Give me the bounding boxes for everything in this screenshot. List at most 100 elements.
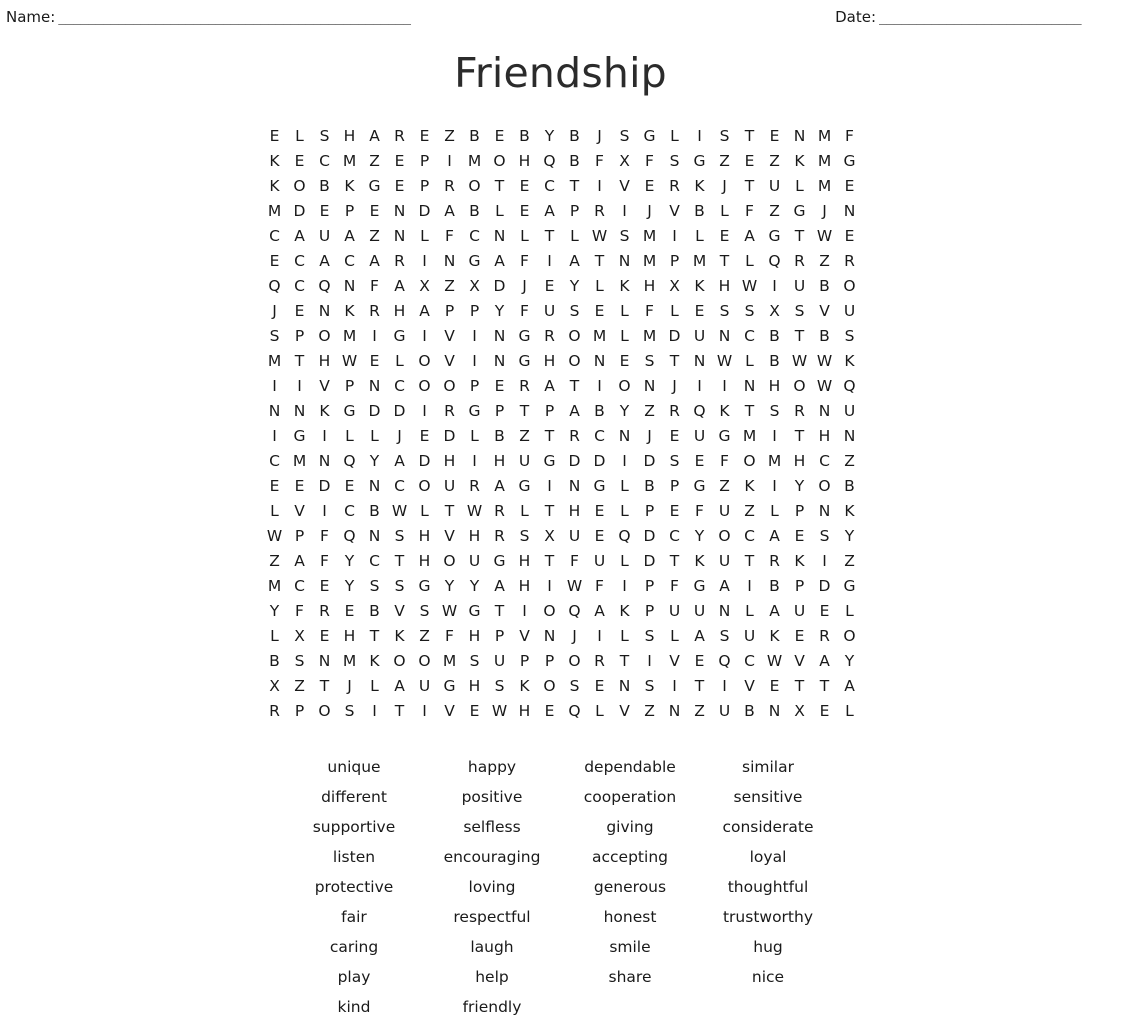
grid-cell[interactable]: C — [287, 249, 312, 274]
grid-cell[interactable]: A — [487, 249, 512, 274]
grid-cell[interactable]: H — [462, 624, 487, 649]
grid-cell[interactable]: H — [437, 449, 462, 474]
grid-cell[interactable]: G — [587, 474, 612, 499]
grid-cell[interactable]: H — [762, 374, 787, 399]
grid-cell[interactable]: M — [637, 324, 662, 349]
grid-cell[interactable]: S — [637, 349, 662, 374]
grid-cell[interactable]: G — [537, 449, 562, 474]
grid-cell[interactable]: M — [812, 149, 837, 174]
grid-cell[interactable]: H — [787, 449, 812, 474]
grid-cell[interactable]: C — [587, 424, 612, 449]
grid-cell[interactable]: F — [837, 124, 862, 149]
grid-cell[interactable]: H — [412, 549, 437, 574]
grid-cell[interactable]: D — [362, 399, 387, 424]
word-list-item[interactable]: kind — [338, 992, 371, 1022]
grid-cell[interactable]: T — [362, 624, 387, 649]
grid-cell[interactable]: S — [762, 399, 787, 424]
grid-cell[interactable]: E — [762, 124, 787, 149]
grid-cell[interactable]: L — [612, 499, 637, 524]
grid-cell[interactable]: K — [262, 174, 287, 199]
grid-cell[interactable]: I — [312, 424, 337, 449]
grid-cell[interactable]: S — [462, 649, 487, 674]
grid-cell[interactable]: P — [787, 499, 812, 524]
grid-cell[interactable]: E — [837, 174, 862, 199]
grid-cell[interactable]: T — [487, 174, 512, 199]
grid-cell[interactable]: P — [662, 249, 687, 274]
grid-cell[interactable]: C — [337, 499, 362, 524]
grid-cell[interactable]: S — [312, 124, 337, 149]
name-write-line[interactable]: ________________________________________… — [58, 10, 466, 25]
grid-cell[interactable]: B — [812, 324, 837, 349]
grid-cell[interactable]: G — [787, 199, 812, 224]
grid-cell[interactable]: D — [587, 449, 612, 474]
grid-cell[interactable]: M — [337, 324, 362, 349]
grid-cell[interactable]: C — [287, 574, 312, 599]
name-field[interactable]: Name: __________________________________… — [6, 9, 466, 25]
grid-cell[interactable]: K — [687, 174, 712, 199]
grid-cell[interactable]: U — [712, 499, 737, 524]
grid-cell[interactable]: Y — [462, 574, 487, 599]
grid-cell[interactable]: O — [612, 374, 637, 399]
grid-cell[interactable]: R — [437, 174, 462, 199]
grid-cell[interactable]: T — [612, 649, 637, 674]
grid-cell[interactable]: R — [537, 324, 562, 349]
grid-cell[interactable]: M — [262, 199, 287, 224]
word-list-item[interactable]: smile — [609, 932, 650, 962]
grid-cell[interactable]: X — [462, 274, 487, 299]
grid-cell[interactable]: F — [287, 599, 312, 624]
grid-cell[interactable]: I — [362, 324, 387, 349]
grid-cell[interactable]: J — [387, 424, 412, 449]
grid-cell[interactable]: L — [337, 424, 362, 449]
grid-cell[interactable]: E — [337, 474, 362, 499]
grid-cell[interactable]: T — [537, 549, 562, 574]
grid-cell[interactable]: Z — [412, 624, 437, 649]
grid-cell[interactable]: N — [687, 349, 712, 374]
grid-cell[interactable]: S — [412, 599, 437, 624]
grid-cell[interactable]: N — [837, 199, 862, 224]
grid-cell[interactable]: H — [462, 674, 487, 699]
grid-cell[interactable]: X — [762, 299, 787, 324]
grid-cell[interactable]: U — [837, 299, 862, 324]
grid-cell[interactable]: L — [512, 224, 537, 249]
grid-cell[interactable]: X — [262, 674, 287, 699]
grid-cell[interactable]: B — [262, 649, 287, 674]
grid-cell[interactable]: W — [587, 224, 612, 249]
grid-cell[interactable]: T — [737, 174, 762, 199]
grid-cell[interactable]: P — [337, 374, 362, 399]
grid-cell[interactable]: B — [762, 324, 787, 349]
grid-cell[interactable]: Y — [437, 574, 462, 599]
grid-cell[interactable]: N — [487, 224, 512, 249]
grid-cell[interactable]: P — [562, 199, 587, 224]
grid-cell[interactable]: I — [737, 574, 762, 599]
grid-cell[interactable]: D — [312, 474, 337, 499]
grid-cell[interactable]: I — [537, 574, 562, 599]
grid-cell[interactable]: O — [537, 674, 562, 699]
grid-cell[interactable]: S — [262, 324, 287, 349]
grid-cell[interactable]: D — [437, 424, 462, 449]
grid-cell[interactable]: P — [412, 174, 437, 199]
grid-cell[interactable]: B — [362, 599, 387, 624]
grid-cell[interactable]: O — [412, 374, 437, 399]
grid-cell[interactable]: P — [462, 299, 487, 324]
grid-cell[interactable]: M — [337, 149, 362, 174]
word-list-item[interactable]: supportive — [313, 812, 396, 842]
grid-cell[interactable]: O — [837, 624, 862, 649]
grid-cell[interactable]: G — [387, 324, 412, 349]
grid-cell[interactable]: Q — [262, 274, 287, 299]
grid-cell[interactable]: L — [362, 424, 387, 449]
grid-cell[interactable]: F — [362, 274, 387, 299]
grid-cell[interactable]: O — [837, 274, 862, 299]
grid-cell[interactable]: R — [512, 374, 537, 399]
grid-cell[interactable]: M — [737, 424, 762, 449]
grid-cell[interactable]: V — [512, 624, 537, 649]
grid-cell[interactable]: J — [637, 424, 662, 449]
grid-cell[interactable]: S — [637, 674, 662, 699]
grid-cell[interactable]: T — [437, 499, 462, 524]
grid-cell[interactable]: T — [787, 224, 812, 249]
grid-cell[interactable]: H — [812, 424, 837, 449]
grid-cell[interactable]: V — [787, 649, 812, 674]
grid-cell[interactable]: F — [637, 149, 662, 174]
grid-cell[interactable]: H — [512, 549, 537, 574]
grid-cell[interactable]: G — [712, 424, 737, 449]
grid-cell[interactable]: L — [462, 424, 487, 449]
